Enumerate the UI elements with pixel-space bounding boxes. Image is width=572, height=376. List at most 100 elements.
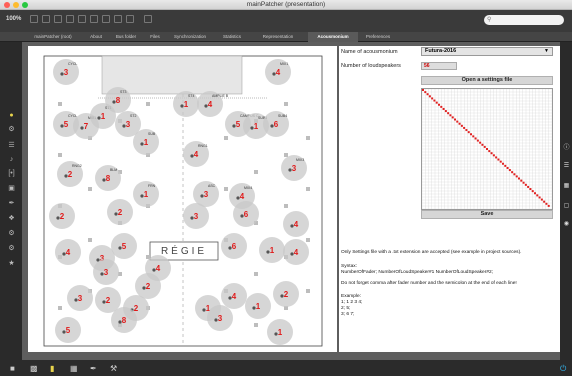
matrix-connection[interactable] [490,152,493,155]
matrix-connection[interactable] [454,118,456,121]
matrix-connection[interactable] [492,154,495,157]
loudspeaker[interactable]: 8 ST3 [105,87,131,113]
loudspeaker[interactable]: 1 SUB [133,129,159,155]
matrix-connection[interactable] [538,196,541,199]
matrix-connection[interactable] [534,192,536,195]
loudspeaker[interactable]: 1 [267,319,293,345]
loudspeaker[interactable]: 2 [49,203,75,229]
chat-icon[interactable] [54,15,62,23]
loudspeaker[interactable]: 2 RNG2 [57,161,83,187]
grid-icon[interactable] [42,15,50,23]
matrix-connection[interactable] [506,166,509,169]
matrix-connection[interactable] [438,103,440,106]
matrix-connection[interactable] [515,175,518,178]
matrix-connection[interactable] [442,107,445,110]
mixer-icon[interactable] [90,15,98,23]
matrix-connection[interactable] [465,129,468,132]
camera-icon[interactable]: ◉ [563,220,570,227]
matrix-connection[interactable] [433,99,436,102]
loudspeaker[interactable]: 3 [67,285,93,311]
loudspeaker[interactable]: 3 CYCL [53,59,79,85]
matrix-connection[interactable] [467,131,470,134]
matrix-connection[interactable] [476,139,479,142]
clip-icon[interactable]: ✒ [8,200,15,207]
loudspeaker[interactable]: 4 [283,211,309,237]
loudspeaker[interactable]: 3 [183,203,209,229]
grid-icon[interactable]: ▦ [563,182,570,189]
loudspeaker[interactable]: 2 [273,281,299,307]
matrix-connection[interactable] [483,145,486,148]
loudspeaker-count-field[interactable]: 56 [421,62,457,70]
loudspeaker[interactable]: 5 [55,317,81,343]
grid-icon[interactable]: ▦ [70,364,78,373]
gear2-icon[interactable]: ⚙ [8,230,15,237]
bulb-icon[interactable]: ● [8,112,15,119]
tab-about[interactable]: About [84,32,108,42]
matrix-connection[interactable] [424,91,427,94]
matrix-connection[interactable] [451,116,454,119]
window-icon[interactable]: ▢ [563,202,570,209]
image-icon[interactable]: ▣ [8,185,15,192]
matrix-connection[interactable] [488,150,491,153]
matrix-connection[interactable] [499,160,502,163]
matrix-connection[interactable] [513,173,516,176]
matrix-connection[interactable] [474,137,477,140]
tab-files[interactable]: Files [144,32,166,42]
matrix-connection[interactable] [422,89,424,91]
matrix-connection[interactable] [511,171,514,174]
matrix-connection[interactable] [547,204,550,207]
loudspeaker[interactable]: 1 FRN [133,181,159,207]
loudspeaker[interactable]: 1 [259,237,285,263]
loudspeaker[interactable]: 5 [111,233,137,259]
matrix-connection[interactable] [470,133,472,136]
cut-icon[interactable] [114,15,122,23]
matrix-connection[interactable] [481,143,484,146]
matrix-connection[interactable] [440,105,443,108]
chat-icon[interactable]: ▮ [50,364,54,373]
tab-preferences[interactable]: Preferences [358,32,398,42]
matrix-connection[interactable] [520,179,523,182]
info-icon[interactable]: ⓘ [563,142,570,151]
matrix-connection[interactable] [431,97,434,100]
matrix-connection[interactable] [540,198,543,201]
loudspeaker[interactable]: 4 [145,255,171,281]
matrix-connection[interactable] [524,183,527,186]
matrix-connection[interactable] [527,185,530,188]
tab-bus-folder[interactable]: Bus folder [108,32,144,42]
power-icon[interactable]: ⏻ [560,364,566,374]
matrix-connection[interactable] [460,124,463,127]
patcher-icon[interactable] [78,15,86,23]
loudspeaker[interactable]: 4 [55,239,81,265]
save-button[interactable]: Save [421,210,553,219]
matrix-connection[interactable] [479,141,482,144]
tab-synchronization[interactable]: Synchronization [166,32,214,42]
matrix-connection[interactable] [497,158,500,161]
tab-acousmonium[interactable]: Acousmonium [308,32,358,42]
loudspeaker[interactable]: 4 [221,283,247,309]
matrix-connection[interactable] [522,181,525,184]
tab-representation[interactable]: Representation [250,32,306,42]
loudspeaker[interactable]: 3 MIX3 [281,155,307,181]
wrench-icon[interactable]: ⚒ [110,364,117,373]
matrix-connection[interactable] [428,95,431,98]
open-settings-button[interactable]: Open a settings file [421,76,553,85]
matrix-connection[interactable] [502,162,504,165]
bracket-icon[interactable]: [•] [8,170,15,177]
matrix-connection[interactable] [486,148,488,150]
presentation-icon[interactable]: ▩ [30,364,38,373]
loudspeaker[interactable]: 2 [107,199,133,225]
loudspeaker[interactable]: 4 MIX1 [265,59,291,85]
matrix-connection[interactable] [458,122,461,125]
matrix-connection[interactable] [472,135,475,138]
matrix-connection[interactable] [504,164,507,167]
loudspeaker[interactable]: 6 [221,233,247,259]
matrix-connection[interactable] [536,194,539,197]
layout-icon[interactable] [66,15,74,23]
loudspeaker[interactable]: 6 SUB4 [263,111,289,137]
matrix-connection[interactable] [545,202,548,205]
gear-icon[interactable]: ⚙ [8,126,15,133]
star-icon[interactable]: ★ [8,260,15,267]
loudspeaker[interactable]: 4 RNG1 [183,141,209,167]
loudspeaker[interactable]: 3 [207,305,233,331]
matrix-connection[interactable] [447,112,450,115]
